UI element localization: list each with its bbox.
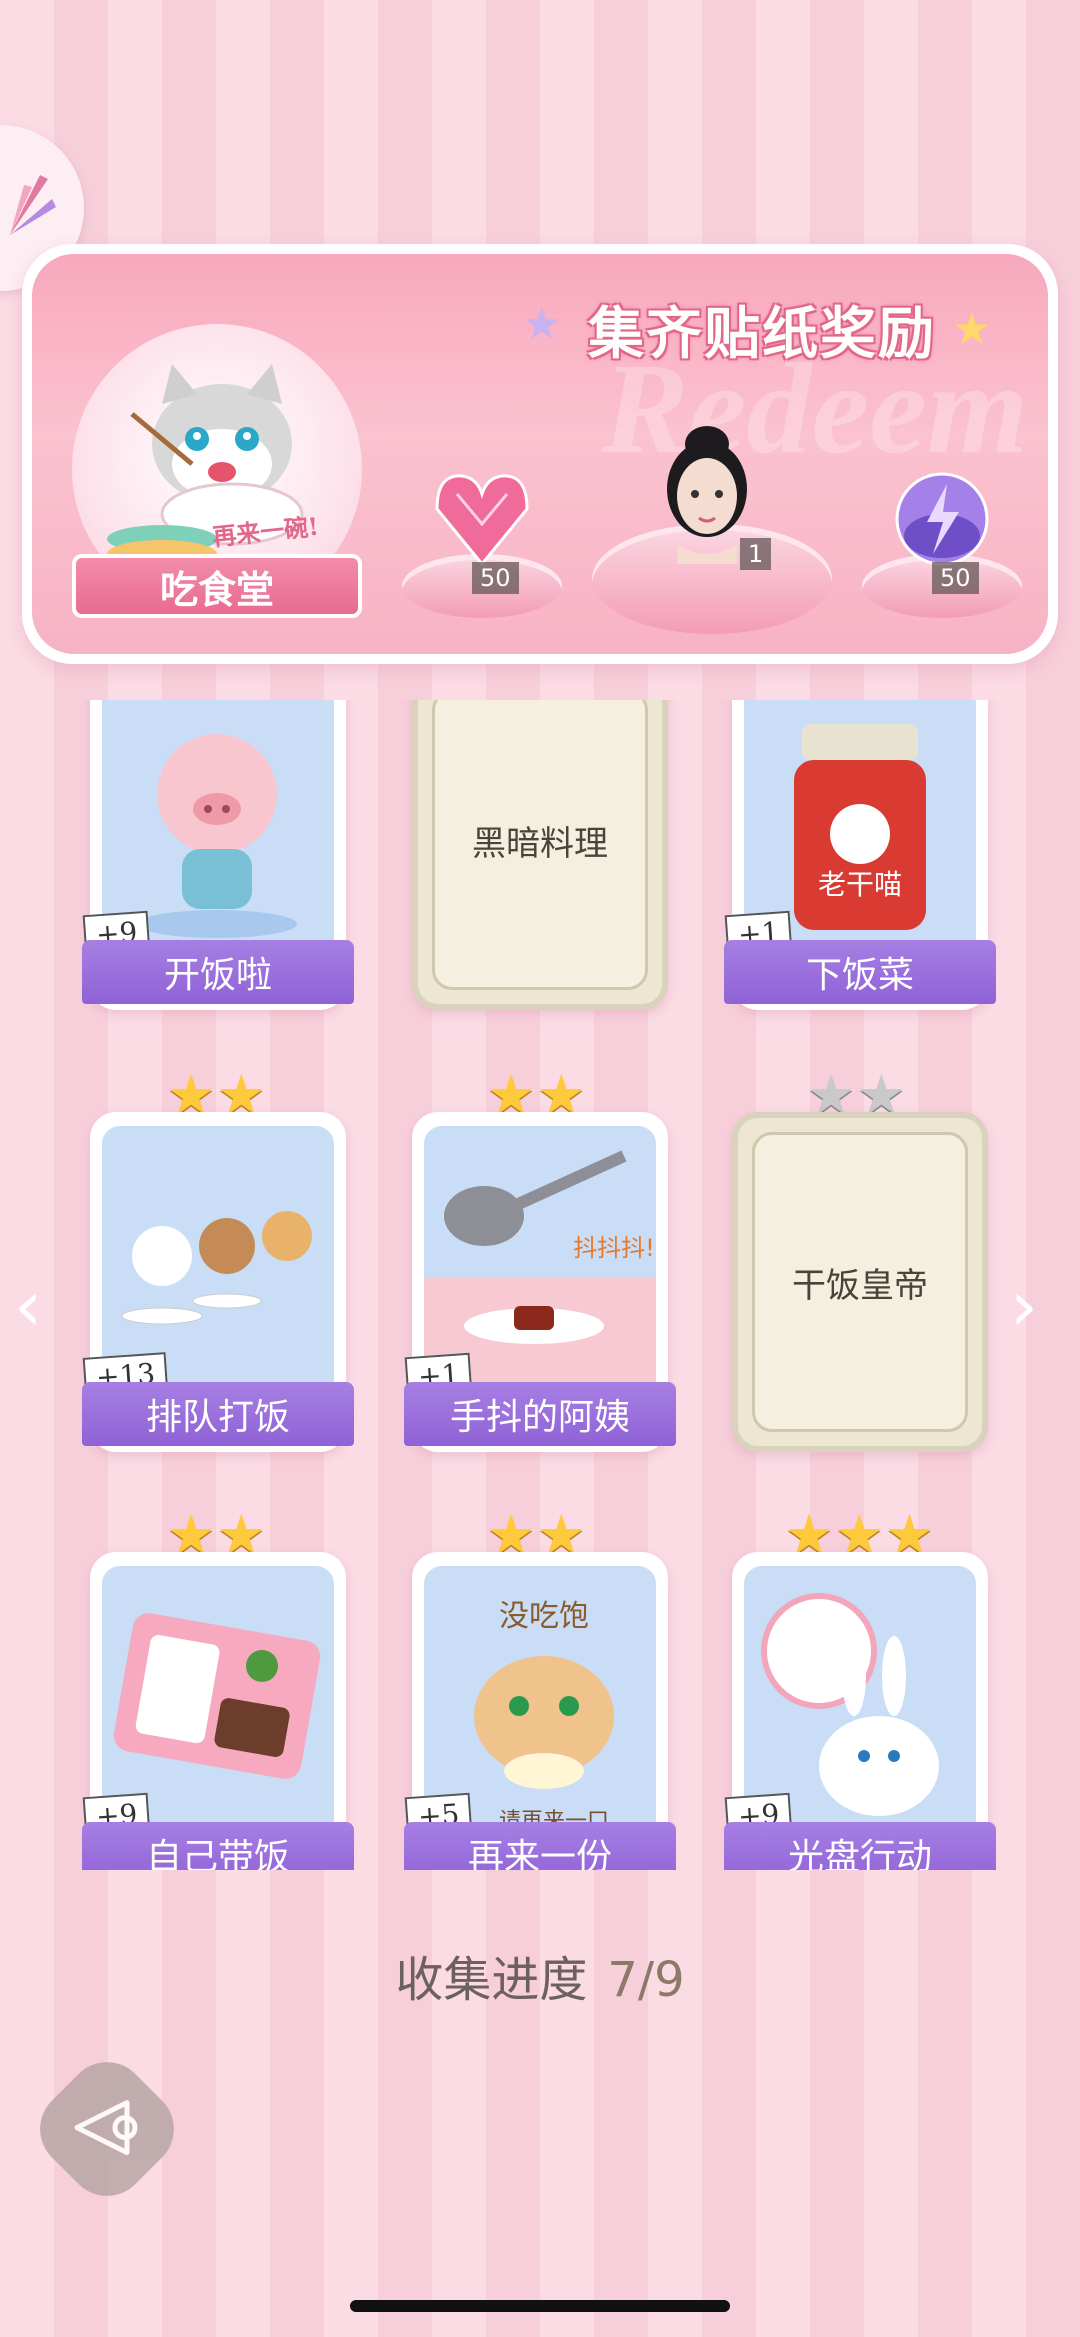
progress-label: 收集进度	[395, 1952, 588, 2008]
energy-orb-icon[interactable]	[887, 464, 997, 574]
collection-progress: 收集进度 7/9	[0, 1940, 1080, 2010]
badge-label: 吃食堂	[72, 554, 362, 618]
sticker-grid: +9 开饭啦 黑暗料理 老干喵 +1 下饭菜 ★ ★ +13 排队打饭 ★ ★ …	[0, 700, 1080, 1870]
sticker-card[interactable]: 没吃饱 请再来一口 +5 再来一份	[404, 1552, 676, 1870]
banner-title-ribbon: 集齐贴纸奖励	[552, 284, 972, 374]
banner-title: 集齐贴纸奖励	[588, 300, 936, 367]
reward-count: 1	[740, 538, 772, 570]
sticker-card-locked[interactable]: 黑暗料理	[412, 700, 668, 1010]
next-page-arrow[interactable]: ›	[1010, 1265, 1038, 1347]
sticker-label: 开饭啦	[82, 940, 354, 1004]
sticker-label: 排队打饭	[82, 1382, 354, 1446]
home-indicator[interactable]	[350, 2300, 730, 2312]
art-caption: 抖抖抖!	[573, 1234, 655, 1262]
back-arrow-icon	[74, 2100, 138, 2156]
art-caption-top: 没吃饱	[499, 1599, 589, 1634]
prev-page-arrow[interactable]: ‹	[14, 1265, 42, 1347]
jar-label: 老干喵	[818, 868, 902, 901]
sticker-label: 再来一份	[404, 1822, 676, 1870]
sticker-locked-name: 干饭皇帝	[752, 1132, 968, 1432]
progress-value: 7/9	[607, 1952, 685, 2008]
sticker-card[interactable]: +9 自己带饭	[82, 1552, 354, 1870]
reward-count: 50	[932, 562, 979, 594]
sticker-label: 光盘行动	[724, 1822, 996, 1870]
sticker-card[interactable]: 老干喵 +1 下饭菜	[724, 700, 996, 1010]
sticker-label: 自己带饭	[82, 1822, 354, 1870]
back-button[interactable]	[23, 2045, 191, 2213]
reward-count: 50	[472, 562, 519, 594]
sticker-reward-banner: Redeem ★ ★ 集齐贴纸奖励 再来一碗! 吃食堂 50 1 50	[22, 244, 1058, 664]
sticker-card[interactable]: 抖抖抖! +1 手抖的阿姨	[404, 1112, 676, 1452]
sticker-card[interactable]: +13 排队打饭	[82, 1112, 354, 1452]
sticker-card[interactable]: +9 开饭啦	[82, 700, 354, 1010]
fan-icon	[10, 175, 56, 235]
heart-diamond-icon[interactable]	[427, 464, 537, 574]
sticker-card-locked[interactable]: 干饭皇帝	[732, 1112, 988, 1452]
sticker-label: 下饭菜	[724, 940, 996, 1004]
sticker-label: 手抖的阿姨	[404, 1382, 676, 1446]
sticker-locked-name: 黑暗料理	[432, 700, 648, 990]
sticker-card[interactable]: +9 光盘行动	[724, 1552, 996, 1870]
